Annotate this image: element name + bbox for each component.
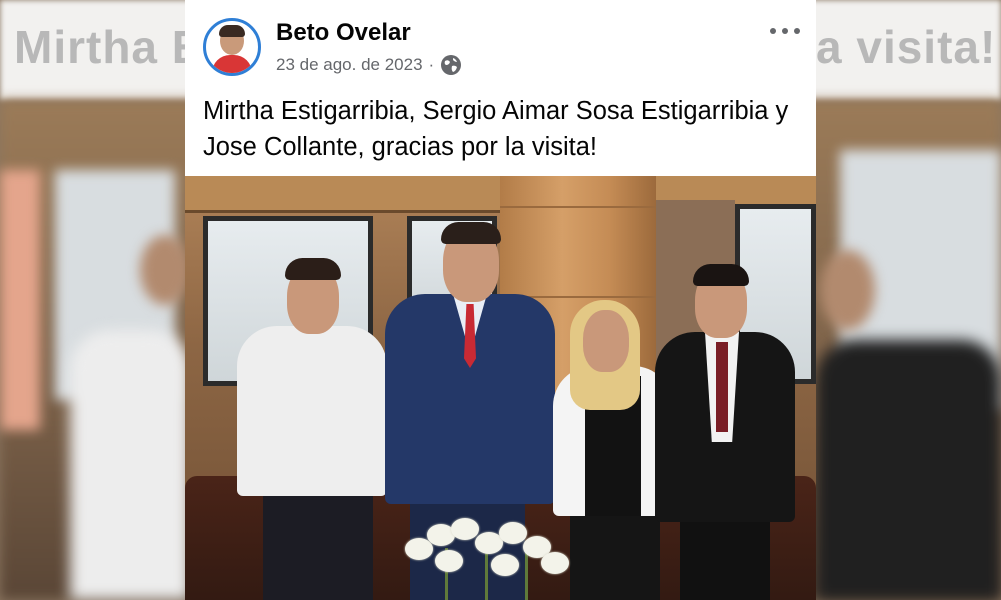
backdrop-text-right: a visita! <box>816 21 997 73</box>
backdrop-window-left <box>0 170 40 430</box>
backdrop-head-right <box>820 250 875 330</box>
backdrop-head-left <box>140 235 190 305</box>
backdrop-person-left <box>70 330 190 600</box>
person-1-shirt <box>237 326 387 496</box>
person-1-hair <box>285 258 341 280</box>
avatar-hair <box>219 25 245 37</box>
globe-icon <box>440 54 462 76</box>
photo-flowers <box>405 518 570 600</box>
post-meta: 23 de ago. de 2023 · <box>276 54 462 76</box>
more-options-icon[interactable] <box>770 24 800 38</box>
post-caption: Mirtha Estigarribia, Sergio Aimar Sosa E… <box>203 97 789 161</box>
post-date[interactable]: 23 de ago. de 2023 <box>276 55 423 75</box>
author-name[interactable]: Beto Ovelar <box>276 19 411 47</box>
post-header: Beto Ovelar 23 de ago. de 2023 · <box>185 0 816 80</box>
backdrop-person-right <box>816 340 1001 600</box>
person-4-hair <box>693 264 749 286</box>
photo-column-line <box>500 206 656 208</box>
author-avatar[interactable] <box>203 18 261 76</box>
person-2-hair <box>441 222 501 244</box>
backdrop-text-left: Mirtha E <box>14 21 204 73</box>
avatar-body <box>212 55 252 73</box>
meta-separator: · <box>428 55 435 74</box>
person-4-tie <box>716 342 728 432</box>
post-card: Beto Ovelar 23 de ago. de 2023 · Mirtha … <box>185 0 816 600</box>
post-photo[interactable] <box>185 176 816 600</box>
person-3-head <box>583 310 629 372</box>
